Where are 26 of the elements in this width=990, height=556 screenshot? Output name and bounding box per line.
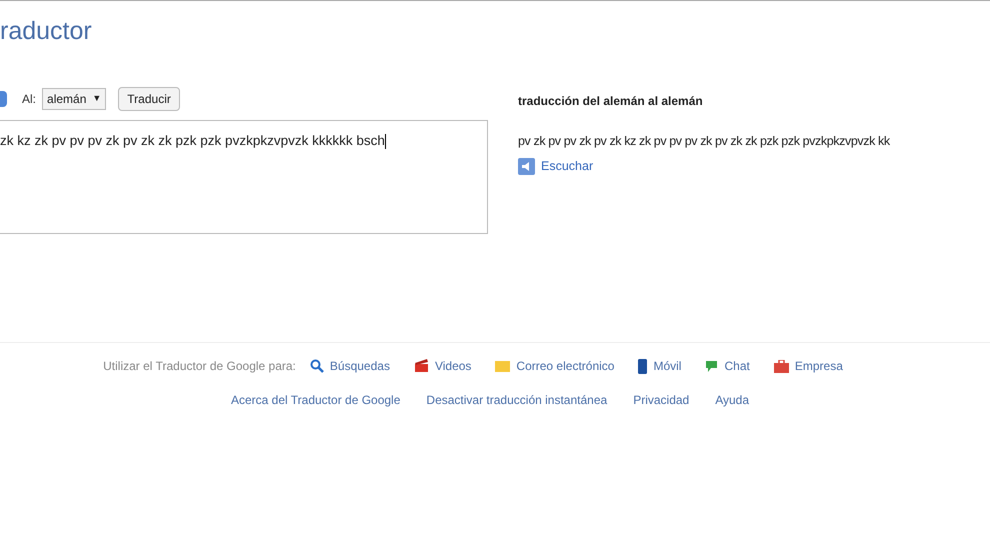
phone-icon	[638, 358, 648, 374]
page-title: raductor	[0, 16, 92, 47]
search-icon	[310, 359, 324, 373]
briefcase-icon	[774, 360, 789, 372]
speaker-icon[interactable]	[518, 158, 535, 175]
footer-link[interactable]: Privacidad	[633, 391, 690, 409]
footer-link[interactable]: Desactivar traducción instantánea	[426, 391, 608, 409]
product-link[interactable]: Videos	[434, 357, 472, 375]
translate-button[interactable]: Traducir	[118, 87, 180, 111]
source-text-area[interactable]: zk kz zk pv pv pv zk pv zk zk pzk pzk pvzkpkzvpvzk kkkkkk bsch	[0, 120, 488, 234]
result-heading: traducción del alemán al alemán	[518, 93, 703, 110]
footer-label: Utilizar el Traductor de Google para:	[103, 358, 296, 375]
footer-link[interactable]: Ayuda	[715, 391, 750, 409]
product-link[interactable]: Móvil	[653, 357, 682, 375]
product-link[interactable]: Búsquedas	[330, 357, 390, 375]
envelope-icon	[495, 360, 510, 372]
chat-bubble-icon	[705, 360, 718, 372]
language-select[interactable]: alemán ▼	[42, 88, 106, 110]
clapperboard-icon	[414, 359, 429, 373]
footer-link[interactable]: Acerca del Traductor de Google	[230, 391, 400, 409]
product-link[interactable]: Empresa	[794, 357, 843, 375]
target-language-label: Al:	[22, 91, 36, 108]
listen-link[interactable]: Escuchar	[541, 156, 594, 176]
translation-text: pv zk pv pv zk pv zk kz zk pv pv pv zk pv zk zk pzk pzk pvzkpkzvpvzk kk	[518, 133, 890, 150]
product-link[interactable]: Correo electrónico	[516, 357, 614, 375]
product-link[interactable]: Chat	[724, 357, 750, 375]
